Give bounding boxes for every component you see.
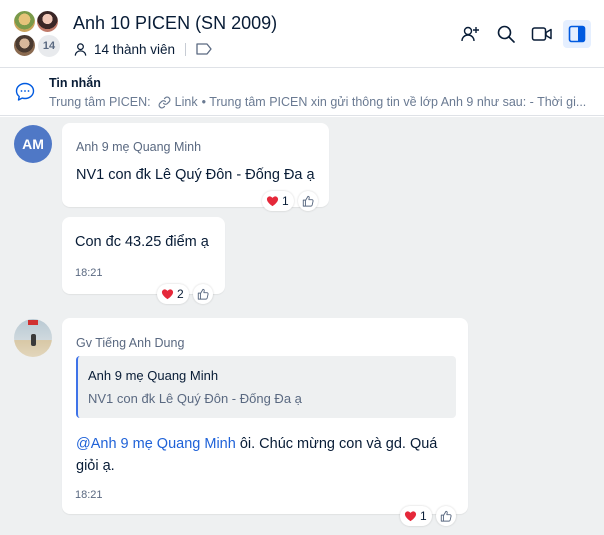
reaction-number: 1	[282, 194, 289, 208]
message-icon	[14, 81, 36, 108]
pinned-text: • Trung tâm PICEN xin gửi thông tin về l…	[201, 95, 587, 109]
message-text: Con đc 43.25 điểm ạ	[75, 234, 209, 250]
reaction-bar: 1	[400, 506, 456, 526]
message-list[interactable]: AM Anh 9 mẹ Quang Minh NV1 con đk Lê Quý…	[0, 117, 604, 535]
pinned-preview: Trung tâm PICEN: Link • Trung tâm PICEN …	[49, 95, 589, 109]
sender-name[interactable]: Gv Tiếng Anh Dung	[76, 336, 184, 350]
sender-name[interactable]: Anh 9 mẹ Quang Minh	[76, 140, 201, 154]
pinned-message-bar[interactable]: Tin nhắn Trung tâm PICEN: Link • Trung t…	[0, 69, 604, 116]
link-icon	[158, 96, 171, 109]
like-button[interactable]	[192, 284, 213, 304]
reaction-count[interactable]: 1	[400, 506, 432, 526]
avatar-detail	[28, 320, 38, 325]
search-button[interactable]	[492, 20, 520, 48]
tag-icon[interactable]	[196, 43, 212, 55]
member-avatar	[13, 34, 36, 57]
heart-icon	[161, 288, 174, 300]
message-time: 18:21	[75, 489, 103, 501]
quoted-sender: Anh 9 mẹ Quang Minh	[88, 368, 219, 383]
video-call-icon	[531, 25, 553, 43]
avatar[interactable]	[14, 319, 52, 357]
thumbs-up-icon	[440, 510, 452, 522]
member-avatar	[36, 10, 59, 33]
reaction-number: 2	[177, 287, 184, 301]
message-text: NV1 con đk Lê Quý Đôn - Đống Đa ạ	[76, 167, 315, 183]
quoted-message[interactable]: Anh 9 mẹ Quang Minh NV1 con đk Lê Quý Đô…	[76, 356, 456, 418]
pinned-source: Trung tâm PICEN:	[49, 95, 151, 109]
message-text: @Anh 9 mẹ Quang Minh ôi. Chúc mừng con v…	[76, 433, 456, 477]
member-avatar	[13, 10, 36, 33]
mention-link[interactable]: @Anh 9 mẹ Quang Minh	[76, 436, 236, 452]
pinned-link-label[interactable]: Link	[175, 95, 198, 109]
message-bubble[interactable]: Con đc 43.25 điểm ạ 18:21	[62, 217, 225, 294]
video-call-button[interactable]	[528, 20, 556, 48]
heart-icon	[266, 195, 279, 207]
pinned-title: Tin nhắn	[49, 76, 101, 90]
like-button[interactable]	[297, 191, 318, 211]
like-button[interactable]	[435, 506, 456, 526]
group-title[interactable]: Anh 10 PICEN (SN 2009)	[73, 13, 277, 34]
add-member-icon	[459, 23, 481, 45]
message-time: 18:21	[75, 267, 103, 279]
thumbs-up-icon	[197, 288, 209, 300]
chat-header: 14 Anh 10 PICEN (SN 2009) 14 thành viên	[0, 0, 604, 68]
user-icon	[73, 42, 88, 57]
search-icon	[496, 24, 516, 44]
members-label[interactable]: 14 thành viên	[94, 42, 175, 57]
quoted-text: NV1 con đk Lê Quý Đôn - Đống Đa ạ	[88, 391, 302, 406]
group-meta: 14 thành viên	[73, 40, 212, 58]
sidebar-toggle-button[interactable]	[563, 20, 591, 48]
message-text-part: ôi. Chúc mừng con và gd. Quá	[235, 436, 438, 452]
heart-icon	[404, 510, 417, 522]
message-bubble[interactable]: Gv Tiếng Anh Dung Anh 9 mẹ Quang Minh NV…	[62, 318, 468, 514]
thumbs-up-icon	[302, 195, 314, 207]
member-count-badge: 14	[37, 34, 61, 58]
reaction-bar: 1	[262, 191, 318, 211]
reaction-count[interactable]: 1	[262, 191, 294, 211]
avatar-detail	[31, 334, 36, 346]
avatar[interactable]: AM	[14, 125, 52, 163]
reaction-count[interactable]: 2	[157, 284, 189, 304]
reaction-number: 1	[420, 509, 427, 523]
divider	[185, 42, 187, 56]
sidebar-toggle-icon	[568, 25, 586, 43]
add-member-button[interactable]	[456, 20, 484, 48]
message-text-part: giỏi ạ.	[76, 458, 115, 474]
reaction-bar: 2	[157, 284, 213, 304]
group-avatar[interactable]: 14	[13, 9, 61, 59]
